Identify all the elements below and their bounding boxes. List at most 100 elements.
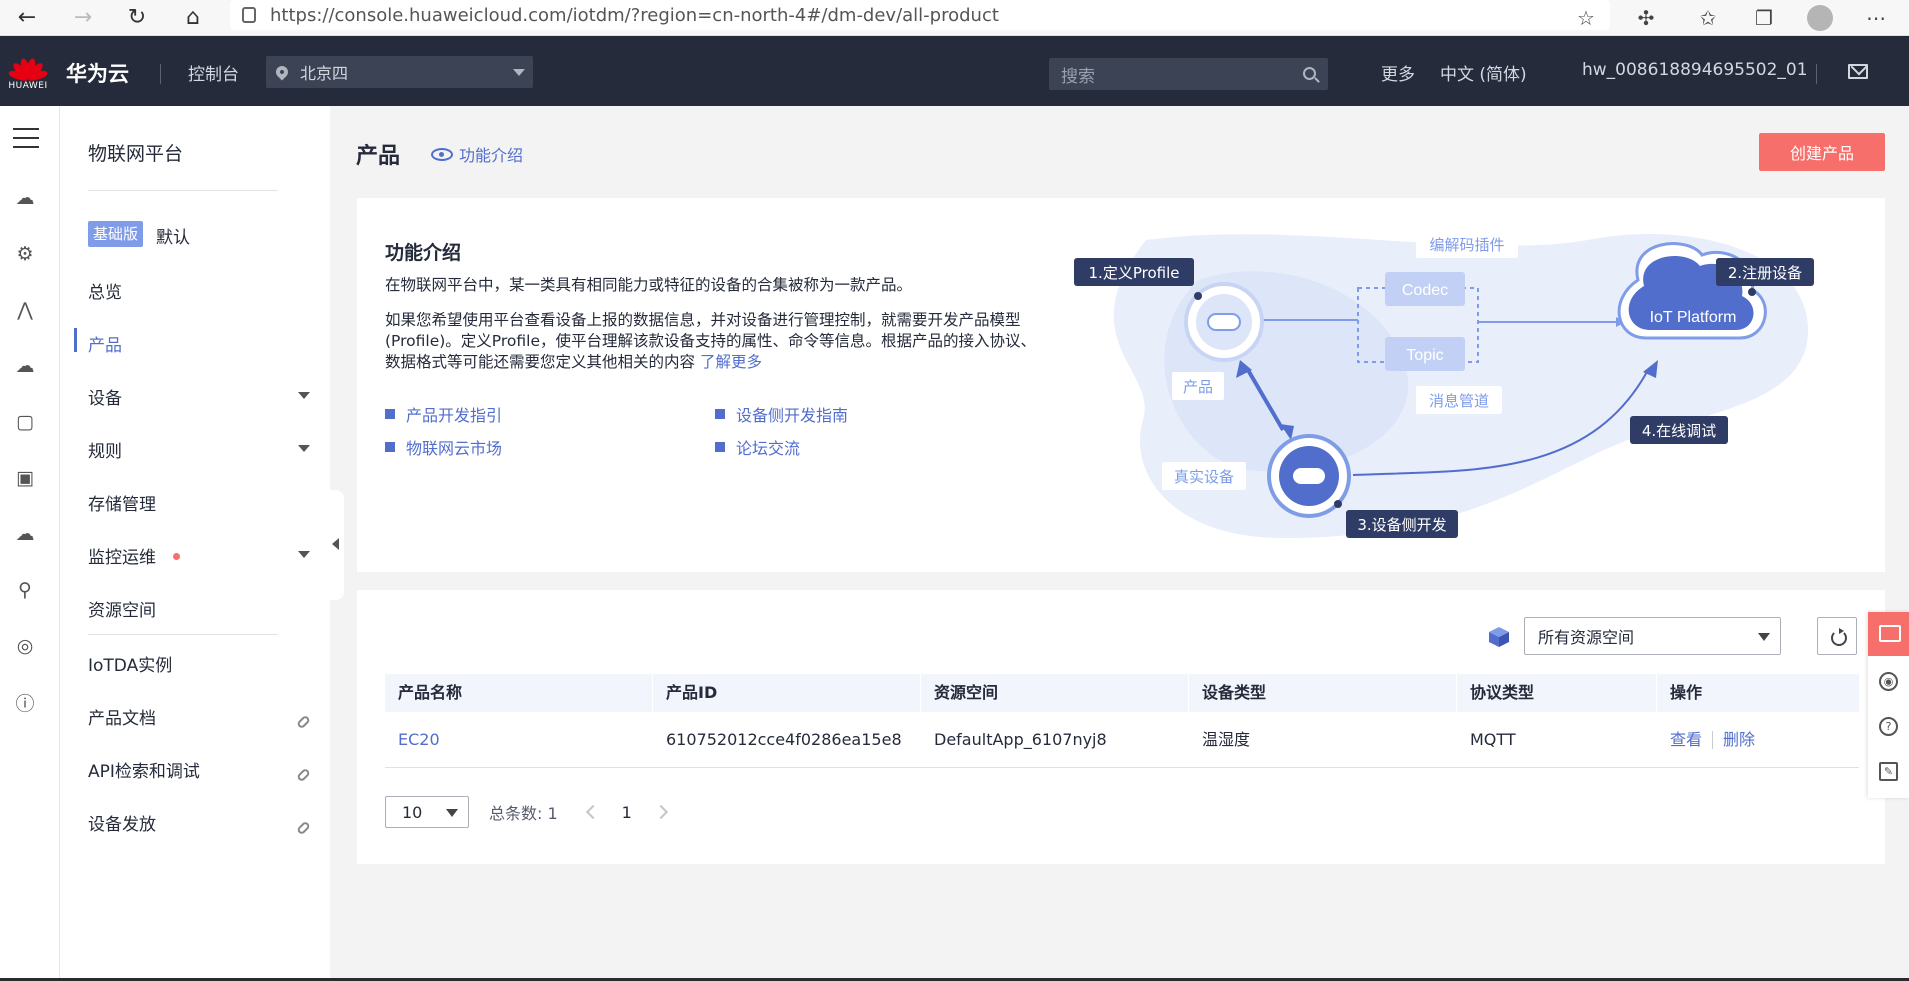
nav-device-provisioning[interactable]: 设备发放 xyxy=(88,810,156,835)
favorites-icon[interactable]: ✩ xyxy=(1688,0,1728,36)
menu-icon[interactable] xyxy=(13,128,39,148)
pagination: 10 总条数: 1 1 xyxy=(385,796,668,828)
iot-platform-label: IoT Platform xyxy=(1650,309,1737,326)
col-product-id: 产品ID xyxy=(653,674,921,712)
customer-service-icon[interactable]: ◉ xyxy=(1879,672,1898,691)
language-select[interactable]: 中文 (简体) xyxy=(1440,60,1527,85)
resource-space: DefaultApp_6107nyj8 xyxy=(934,730,1107,749)
external-link-icon xyxy=(296,714,311,730)
step1-label: 1.定义Profile xyxy=(1089,264,1180,282)
learn-more-link[interactable]: 了解更多 xyxy=(700,353,762,371)
search-input[interactable]: 搜索 xyxy=(1049,58,1328,90)
huawei-logo[interactable]: HUAWEI xyxy=(7,50,49,94)
chevron-down-icon[interactable] xyxy=(298,445,310,452)
intro-paragraph-2: 如果您希望使用平台查看设备上报的数据信息，并对设备进行管理控制，就需要开发产品模… xyxy=(385,311,1036,371)
intro-heading: 功能介绍 xyxy=(385,242,462,264)
eye-icon xyxy=(431,147,453,161)
back-icon[interactable]: ← xyxy=(4,0,50,36)
product-id: 610752012cce4f0286ea15e8 xyxy=(666,730,902,749)
feature-intro-link[interactable]: 功能介绍 xyxy=(431,142,523,166)
chevron-down-icon[interactable] xyxy=(298,551,310,558)
edition-badge: 基础版 xyxy=(88,221,144,247)
notification-dot xyxy=(173,553,180,560)
extensions-icon[interactable]: ✣ xyxy=(1626,0,1666,36)
edition-default[interactable]: 默认 xyxy=(156,223,190,248)
nav-monitoring[interactable]: 监控运维 xyxy=(88,543,156,568)
chevron-down-icon xyxy=(1758,633,1770,641)
nav-rules[interactable]: 规则 xyxy=(88,437,122,462)
side-navigation: 物联网平台 基础版 默认 总览 产品 设备 规则 存储管理 监控运维 资源空间 … xyxy=(60,106,330,981)
create-product-button[interactable]: 创建产品 xyxy=(1759,133,1885,171)
chevron-down-icon[interactable] xyxy=(298,392,310,399)
link-forum[interactable]: 论坛交流 xyxy=(715,435,800,459)
user-account[interactable]: hw_008618894695502_01 xyxy=(1582,60,1808,80)
col-protocol: 协议类型 xyxy=(1457,674,1657,712)
device-icon[interactable]: ▣ xyxy=(13,466,37,490)
service-rail: ☁ ⚙ ⋀ ☁ ▢ ▣ ☁ ⚲ ◎ ⓘ xyxy=(0,106,60,981)
search-icon[interactable] xyxy=(1303,67,1316,80)
region-select[interactable]: 北京四 xyxy=(266,56,533,88)
chevron-down-icon xyxy=(446,809,458,817)
cloud-server-icon[interactable]: ☁ xyxy=(13,186,37,210)
feedback-icon[interactable] xyxy=(1868,612,1909,656)
view-button[interactable]: 查看 xyxy=(1670,712,1702,768)
floating-help-bar: ◉ ? ✎ xyxy=(1868,612,1909,798)
mail-icon[interactable] xyxy=(1848,64,1868,79)
link-iot-marketplace[interactable]: 物联网云市场 xyxy=(385,435,502,459)
add-favorite-icon[interactable]: ☆ xyxy=(1566,0,1606,36)
col-resource-space: 资源空间 xyxy=(921,674,1189,712)
device-type: 温湿度 xyxy=(1202,730,1251,749)
lock-icon xyxy=(242,7,256,23)
location-icon xyxy=(273,63,291,81)
codec-label: Codec xyxy=(1402,282,1448,299)
deploy-icon[interactable]: ⚲ xyxy=(13,578,37,602)
nav-api-explorer[interactable]: API检索和调试 xyxy=(88,757,200,782)
cluster-icon[interactable]: ⚙ xyxy=(13,242,37,266)
help-icon[interactable]: ? xyxy=(1879,717,1898,736)
total-count: 总条数: 1 xyxy=(489,804,558,823)
refresh-button[interactable] xyxy=(1817,617,1857,655)
codec-plugin-label: 编解码插件 xyxy=(1429,236,1504,254)
forward-icon[interactable]: → xyxy=(60,0,106,36)
delete-button[interactable]: 删除 xyxy=(1723,712,1755,768)
more-link[interactable]: 更多 xyxy=(1381,60,1415,85)
product-name-link[interactable]: EC20 xyxy=(385,712,653,767)
brand-name[interactable]: 华为云 xyxy=(66,58,129,88)
reload-icon[interactable]: ↻ xyxy=(114,0,160,36)
ip-icon[interactable]: ⓘ xyxy=(13,690,37,715)
address-bar[interactable]: https://console.huaweicloud.com/iotdm/?r… xyxy=(230,0,1610,30)
profile-avatar[interactable] xyxy=(1800,0,1840,36)
nav-device[interactable]: 设备 xyxy=(88,384,122,409)
prev-page-icon[interactable] xyxy=(585,804,600,820)
more-menu-icon[interactable]: ⋯ xyxy=(1856,0,1896,36)
collections-icon[interactable]: ❐ xyxy=(1744,0,1784,36)
external-link-icon xyxy=(296,767,311,783)
nav-overview[interactable]: 总览 xyxy=(88,278,122,303)
nav-iotda-instance[interactable]: IoTDA实例 xyxy=(88,651,172,676)
console-link[interactable]: 控制台 xyxy=(188,60,239,85)
survey-icon[interactable]: ✎ xyxy=(1879,762,1898,781)
nav-product[interactable]: 产品 xyxy=(88,331,122,356)
link-device-dev-guide[interactable]: 设备侧开发指南 xyxy=(715,402,848,426)
database-icon[interactable]: ☁ xyxy=(13,354,37,378)
resource-space-select[interactable]: 所有资源空间 xyxy=(1524,617,1781,655)
browser-toolbar: ← → ↻ ⌂ https://console.huaweicloud.com/… xyxy=(0,0,1909,36)
storage-icon[interactable]: ▢ xyxy=(13,410,37,434)
nav-product-docs[interactable]: 产品文档 xyxy=(88,704,156,729)
collapse-sidebar-button[interactable] xyxy=(328,490,344,600)
cloud-icon[interactable]: ☁ xyxy=(13,522,37,546)
globe-icon[interactable]: ◎ xyxy=(13,634,37,658)
page-size-select[interactable]: 10 xyxy=(385,796,469,828)
table-row: EC20 610752012cce4f0286ea15e8 DefaultApp… xyxy=(385,712,1859,768)
home-icon[interactable]: ⌂ xyxy=(170,0,216,36)
network-icon[interactable]: ⋀ xyxy=(13,298,37,322)
cube-icon xyxy=(1489,627,1509,647)
active-indicator xyxy=(74,328,77,352)
step2-label: 2.注册设备 xyxy=(1728,264,1802,282)
page-number[interactable]: 1 xyxy=(622,803,632,822)
next-page-icon[interactable] xyxy=(653,804,668,820)
link-product-dev-guide[interactable]: 产品开发指引 xyxy=(385,402,502,426)
nav-storage[interactable]: 存储管理 xyxy=(88,490,156,515)
nav-resource-space[interactable]: 资源空间 xyxy=(88,596,156,621)
product-label: 产品 xyxy=(1183,378,1213,396)
